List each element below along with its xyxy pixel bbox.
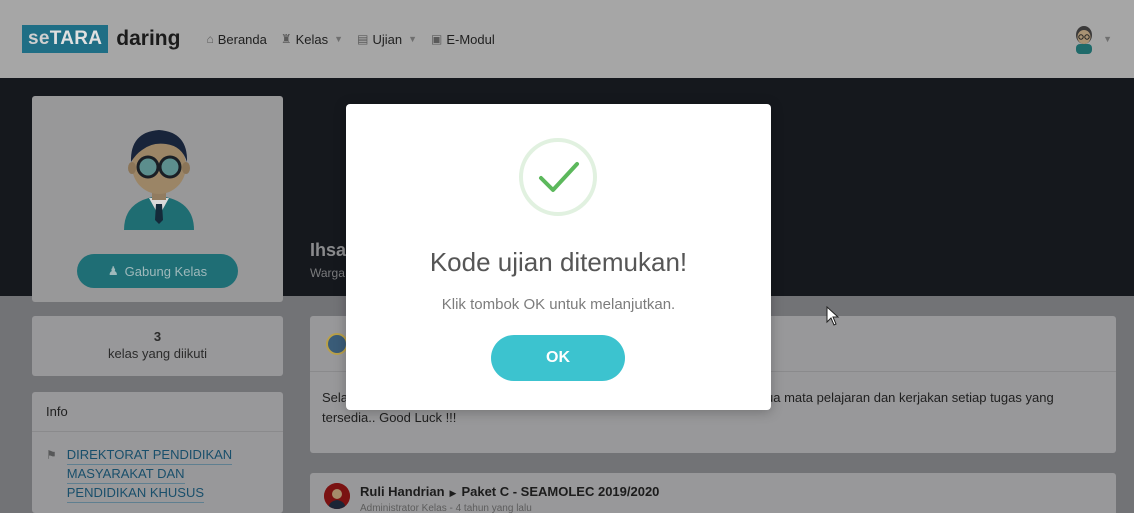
post-author[interactable]: Ruli Handrian: [360, 484, 445, 499]
nav-label: Beranda: [217, 31, 267, 47]
top-navbar: seTARA daring ⌂ Beranda ♜ Kelas ▼ ▤ Ujia…: [0, 0, 1134, 78]
post-title: Ruli Handrian ▶ Paket C - SEAMOLEC 2019/20…: [360, 484, 659, 499]
nav-label: E-Modul: [446, 31, 495, 47]
post-author-avatar[interactable]: [324, 483, 350, 509]
dialog-title: Kode ujian ditemukan!: [429, 247, 688, 277]
user-icon: ♟: [107, 264, 119, 278]
classes-followed-card: 3 kelas yang diikuti: [32, 316, 283, 376]
chevron-down-icon: ▼: [408, 34, 417, 44]
class-post: Ruli Handrian ▶ Paket C - SEAMOLEC 2019/20…: [310, 473, 1116, 513]
nav-e-modul[interactable]: ▣ E-Modul: [431, 32, 495, 47]
post-class-link[interactable]: Paket C - SEAMOLEC 2019/2020: [461, 484, 659, 499]
info-card: Info ⚑ DIREKTORAT PENDIDIKAN MASYARAKAT …: [32, 392, 283, 513]
user-avatar-icon: [1071, 24, 1097, 54]
book-icon: ▣: [430, 32, 443, 46]
chevron-down-icon: ▼: [334, 34, 344, 44]
brand-logo[interactable]: seTARA daring: [22, 25, 180, 53]
join-class-button[interactable]: ♟ Gabung Kelas: [77, 254, 238, 288]
brand-logo-text: daring: [116, 27, 181, 50]
users-icon: ♜: [280, 32, 292, 46]
graduation-cap-icon: ⚑: [46, 448, 57, 462]
brand-logo-badge: seTARA: [22, 25, 109, 53]
info-heading: Info: [32, 392, 283, 432]
dialog-message: Klik tombok OK untuk melanjutkan.: [441, 296, 676, 313]
info-item[interactable]: ⚑ DIREKTORAT PENDIDIKAN MASYARAKAT DAN P…: [32, 432, 283, 503]
nav-ujian[interactable]: ▤ Ujian ▼: [357, 32, 417, 47]
nav-beranda[interactable]: ⌂ Beranda: [206, 32, 266, 47]
nav-kelas[interactable]: ♜ Kelas ▼: [281, 32, 343, 47]
post-meta: Administrator Kelas - 4 tahun yang lalu: [360, 503, 532, 513]
success-check-icon: [519, 138, 597, 216]
post-author-avatar[interactable]: [326, 333, 348, 355]
ok-button[interactable]: OK: [491, 335, 625, 381]
profile-card: ♟ Gabung Kelas: [32, 96, 283, 302]
success-dialog: Kode ujian ditemukan! Klik tombok OK unt…: [346, 104, 771, 410]
join-class-label: Gabung Kelas: [124, 263, 208, 279]
nav-label: Kelas: [295, 31, 329, 47]
info-link[interactable]: DIREKTORAT PENDIDIKAN MASYARAKAT DAN PEN…: [66, 446, 233, 503]
chevron-down-icon: ▼: [1103, 34, 1112, 44]
user-menu[interactable]: ▼: [1071, 24, 1112, 54]
user-name: Ihsa: [310, 240, 347, 260]
clipboard-icon: ▤: [357, 32, 369, 46]
classes-count: 3: [153, 329, 162, 344]
classes-label: kelas yang diikuti: [108, 346, 207, 361]
caret-right-icon: ▶: [449, 488, 457, 498]
mouse-cursor-icon: [826, 305, 840, 331]
home-icon: ⌂: [206, 32, 214, 46]
user-role: Warga: [310, 266, 345, 280]
nav-label: Ujian: [372, 31, 403, 47]
avatar: [116, 120, 202, 230]
